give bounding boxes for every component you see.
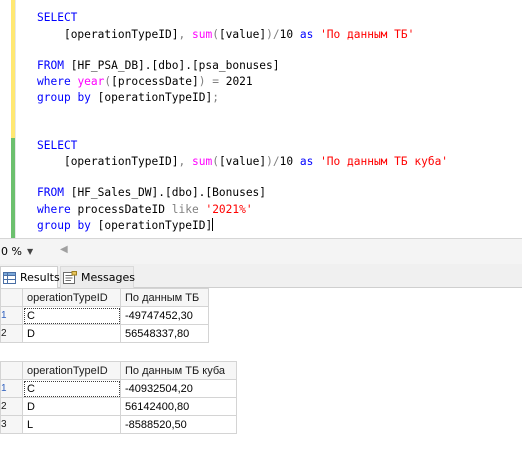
table-row: 2 D 56548337,80 — [0, 324, 209, 343]
result-grid-2: operationTypeID По данным ТБ куба 1 C -4… — [0, 361, 237, 434]
row-number[interactable]: 2 — [0, 324, 23, 343]
code-line: [operationTypeID], sum([value])/10 as 'П… — [63, 28, 415, 41]
grid-header-row: operationTypeID По данным ТБ куба — [0, 361, 237, 380]
table-row: 1 C -40932504,20 — [0, 379, 237, 398]
code-line: [operationTypeID], sum([value])/10 as 'П… — [63, 155, 449, 168]
code-line: FROM [HF_PSA_DB].[dbo].[psa_bonuses] — [37, 59, 280, 72]
sql-editor[interactable]: SELECT [operationTypeID], sum([value])/1… — [0, 0, 522, 238]
grid-corner[interactable] — [0, 361, 23, 380]
zoom-value: 0 % — [1, 245, 22, 258]
grid-header-row: operationTypeID По данным ТБ — [0, 288, 209, 307]
table-cell[interactable]: D — [22, 397, 121, 416]
column-header[interactable]: По данным ТБ куба — [120, 361, 237, 380]
zoom-dropdown[interactable]: 0 % ▼ — [0, 243, 46, 260]
table-row: 1 C -49747452,30 — [0, 306, 209, 325]
chevron-down-icon: ▼ — [27, 247, 34, 256]
code-line: SELECT — [37, 139, 78, 152]
messages-icon — [63, 271, 77, 284]
table-cell[interactable]: 56548337,80 — [120, 324, 209, 343]
result-grid-1: operationTypeID По данным ТБ 1 C -497474… — [0, 288, 209, 343]
table-row: 2 D 56142400,80 — [0, 397, 237, 416]
table-cell[interactable]: C — [22, 379, 121, 398]
row-number[interactable]: 1 — [0, 306, 23, 325]
row-number[interactable]: 3 — [0, 415, 23, 434]
table-cell[interactable]: L — [22, 415, 121, 434]
results-pane: operationTypeID По данным ТБ 1 C -497474… — [0, 288, 522, 462]
tab-messages-label: Messages — [81, 271, 135, 284]
code-line: where processDateID like '2021%' — [37, 203, 253, 216]
column-header[interactable]: По данным ТБ — [120, 288, 209, 307]
table-cell[interactable]: C — [22, 306, 121, 325]
code-line: FROM [HF_Sales_DW].[dbo].[Bonuses] — [37, 186, 267, 199]
results-tab-bar: Results Messages — [0, 264, 522, 288]
grid-icon — [3, 271, 16, 284]
table-cell[interactable]: D — [22, 324, 121, 343]
tab-results-label: Results — [20, 271, 60, 284]
code-line: group by [operationTypeID]; — [37, 91, 219, 104]
tab-results[interactable]: Results — [0, 266, 60, 288]
row-number[interactable]: 2 — [0, 397, 23, 416]
code-line: group by [operationTypeID] — [37, 218, 214, 232]
code-line: where year([processDate]) = 2021 — [37, 75, 253, 88]
scroll-left-arrow-icon[interactable]: ◀ — [60, 244, 68, 255]
code-line: SELECT — [37, 11, 78, 24]
editor-margin-divider — [15, 0, 16, 238]
editor-status-strip: 0 % ▼ ◀ — [0, 238, 522, 264]
table-cell[interactable]: -40932504,20 — [120, 379, 237, 398]
column-header[interactable]: operationTypeID — [22, 361, 121, 380]
table-cell[interactable]: -49747452,30 — [120, 306, 209, 325]
table-row: 3 L -8588520,50 — [0, 415, 237, 434]
grid-corner[interactable] — [0, 288, 23, 307]
text-caret — [212, 218, 214, 231]
row-number[interactable]: 1 — [0, 379, 23, 398]
table-cell[interactable]: 56142400,80 — [120, 397, 237, 416]
column-header[interactable]: operationTypeID — [22, 288, 121, 307]
tab-messages[interactable]: Messages — [60, 266, 135, 288]
table-cell[interactable]: -8588520,50 — [120, 415, 237, 434]
